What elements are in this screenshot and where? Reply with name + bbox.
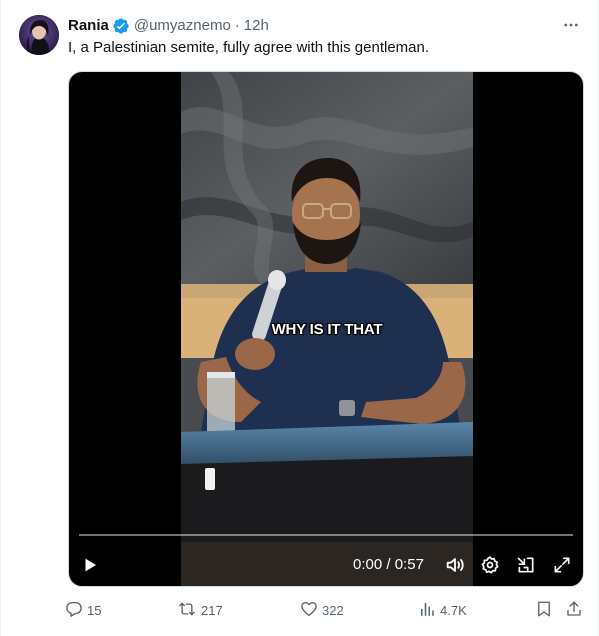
- fullscreen-icon[interactable]: [549, 552, 575, 578]
- view-count: 4.7K: [440, 602, 467, 618]
- views-chart-icon: [418, 600, 436, 621]
- like-count: 322: [322, 602, 344, 618]
- bookmark-button[interactable]: [535, 598, 553, 622]
- time-separator: /: [382, 556, 395, 573]
- volume-icon[interactable]: [442, 552, 468, 578]
- repost-icon: [177, 600, 197, 621]
- video-time-readout: 0:00 / 0:57: [353, 556, 424, 574]
- video-frame: WHY IS IT THAT: [181, 72, 473, 586]
- tweet-header: Rania @umyaznemo · 12h: [68, 16, 269, 36]
- video-caption: WHY IS IT THAT: [271, 321, 383, 338]
- video-player[interactable]: WHY IS IT THAT 0:00 / 0:57: [68, 71, 584, 587]
- settings-icon[interactable]: [477, 552, 503, 578]
- current-time: 0:00: [353, 556, 383, 573]
- reply-count: 15: [87, 602, 102, 618]
- avatar[interactable]: [19, 15, 59, 55]
- heart-icon: [300, 600, 318, 621]
- reply-button[interactable]: 15: [65, 598, 101, 622]
- like-button[interactable]: 322: [300, 598, 344, 622]
- play-icon[interactable]: [77, 552, 103, 578]
- separator-dot: ·: [234, 17, 240, 34]
- timestamp[interactable]: 12h: [244, 16, 269, 36]
- user-handle[interactable]: @umyaznemo: [134, 16, 231, 36]
- more-options-icon[interactable]: [560, 14, 582, 36]
- progress-bar[interactable]: [79, 534, 573, 536]
- repost-count: 217: [201, 602, 223, 618]
- display-name[interactable]: Rania: [68, 16, 109, 36]
- dock-icon[interactable]: [513, 552, 539, 578]
- tweet[interactable]: Rania @umyaznemo · 12h I, a Palestinian …: [0, 0, 599, 636]
- tweet-actions: 15 217 322 4.7K: [63, 598, 588, 622]
- total-time: 0:57: [394, 556, 424, 573]
- bookmark-icon: [535, 600, 553, 621]
- reply-icon: [65, 600, 83, 621]
- repost-button[interactable]: 217: [177, 598, 223, 622]
- share-button[interactable]: [565, 598, 583, 622]
- verified-badge-icon[interactable]: [112, 17, 130, 35]
- share-icon: [565, 600, 583, 621]
- views-button[interactable]: 4.7K: [418, 598, 467, 622]
- tweet-text: I, a Palestinian semite, fully agree wit…: [68, 39, 430, 56]
